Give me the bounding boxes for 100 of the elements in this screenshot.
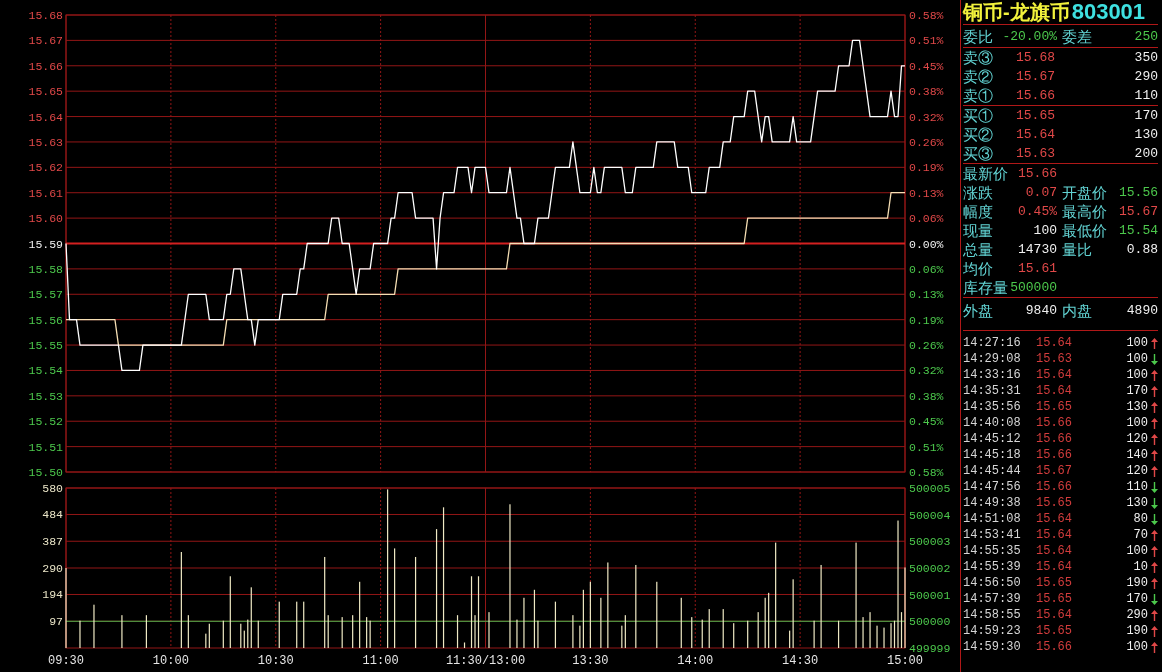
trade-price: 15.65 — [1036, 401, 1072, 413]
trade-volume: 140 — [1126, 449, 1148, 461]
price-axis-label: 15.52 — [28, 415, 63, 429]
time-axis-label: 14:30 — [782, 654, 819, 668]
price-axis-label: 15.64 — [28, 110, 63, 124]
volume-axis-label: 97 — [49, 615, 63, 629]
time-axis-label: 14:00 — [677, 654, 714, 668]
bid-volume: 170 — [1134, 109, 1158, 122]
trade-price: 15.65 — [1036, 577, 1072, 589]
quote-label: 委差 — [1062, 28, 1092, 44]
quote-value: 0.07 — [1025, 186, 1057, 199]
trade-volume: 70 — [1133, 529, 1148, 541]
trade-price: 15.63 — [1036, 353, 1072, 365]
trade-price: 15.66 — [1036, 641, 1072, 653]
percent-axis-label: 0.51% — [909, 440, 944, 454]
trade-price: 15.64 — [1036, 609, 1072, 621]
trade-price: 15.64 — [1036, 369, 1072, 381]
percent-axis-label: 0.00% — [909, 237, 944, 251]
bid-label: 买③ — [963, 146, 994, 161]
percent-axis-label: 0.58% — [909, 466, 944, 479]
trade-time: 14:59:23 — [963, 625, 1022, 637]
trade-time: 14:45:44 — [963, 465, 1022, 477]
volume-axis-label: 194 — [42, 588, 63, 602]
ask-volume: 350 — [1134, 51, 1158, 64]
quote-label: 均价 — [963, 261, 993, 276]
quote-value: 9840 — [1025, 303, 1057, 317]
trade-price: 15.65 — [1036, 593, 1072, 605]
time-axis-label: 10:00 — [152, 654, 189, 668]
quote-label: 量比 — [1062, 242, 1092, 257]
trade-time: 14:45:18 — [963, 449, 1022, 461]
trade-time: 14:49:38 — [963, 497, 1022, 509]
bid-price: 15.65 — [1016, 109, 1055, 122]
trade-price: 15.66 — [1036, 417, 1072, 429]
trade-price: 15.64 — [1036, 337, 1072, 349]
trade-time: 14:59:30 — [963, 641, 1022, 653]
ask-volume: 110 — [1134, 89, 1158, 102]
trade-volume: 190 — [1126, 625, 1148, 637]
price-axis-label: 15.54 — [28, 364, 63, 378]
price-axis-label: 15.56 — [28, 313, 63, 327]
trade-volume: 100 — [1126, 369, 1148, 381]
trade-time: 14:56:50 — [963, 577, 1022, 589]
percent-axis-label: 0.13% — [909, 288, 944, 302]
ask-volume: 290 — [1134, 70, 1158, 83]
trade-time: 14:35:31 — [963, 385, 1022, 397]
volume-axis-label: 290 — [42, 562, 63, 575]
percent-axis-label: 0.06% — [909, 262, 944, 276]
trade-time: 14:53:41 — [963, 529, 1022, 541]
trade-price: 15.64 — [1036, 513, 1072, 525]
trade-volume: 290 — [1126, 609, 1148, 621]
time-axis-label: 09:30 — [48, 654, 84, 668]
percent-axis-label: 0.38% — [909, 85, 944, 99]
time-axis-label: 11:30/13:00 — [445, 654, 526, 668]
ask-label: 卖③ — [963, 50, 994, 65]
percent-axis-label: 0.26% — [909, 135, 944, 149]
price-axis-label: 15.55 — [28, 339, 63, 353]
percent-axis-label: 0.19% — [909, 161, 944, 175]
inventory-axis-label: 500002 — [909, 562, 951, 575]
quote-label: 最新价 — [963, 166, 1008, 181]
quote-value: 15.66 — [1018, 167, 1057, 180]
ask-label: 卖① — [963, 88, 994, 103]
inventory-axis-label: 500003 — [909, 535, 951, 549]
quote-label: 最低价 — [1062, 223, 1107, 238]
bid-price: 15.64 — [1016, 128, 1055, 141]
quote-value: 0.88 — [1126, 243, 1158, 256]
inventory-axis-label: 500004 — [909, 508, 951, 522]
bid-volume: 200 — [1134, 147, 1158, 160]
trade-price: 15.65 — [1036, 625, 1072, 637]
instrument-code: 803001 — [1071, 1, 1146, 23]
trade-time: 14:33:16 — [963, 369, 1022, 381]
trade-time: 14:40:08 — [963, 417, 1022, 429]
trade-volume: 130 — [1126, 497, 1148, 509]
trade-time: 14:51:08 — [963, 513, 1022, 525]
price-axis-label: 15.50 — [28, 466, 63, 479]
quote-label: 外盘 — [963, 302, 993, 318]
quote-label: 涨跌 — [963, 185, 993, 200]
inventory-axis-label: 499999 — [909, 642, 951, 655]
trade-time: 14:45:12 — [963, 433, 1022, 445]
price-axis-label: 15.68 — [28, 9, 63, 22]
percent-axis-label: 0.45% — [909, 415, 944, 429]
quote-label: 幅度 — [963, 204, 993, 219]
trade-volume: 130 — [1126, 401, 1148, 413]
price-axis-label: 15.65 — [28, 85, 63, 99]
trade-price: 15.65 — [1036, 497, 1072, 509]
percent-axis-label: 0.26% — [909, 339, 944, 353]
trade-time: 14:47:56 — [963, 481, 1022, 493]
trade-volume: 100 — [1126, 417, 1148, 429]
price-axis-label: 15.62 — [28, 161, 63, 175]
bid-label: 买② — [963, 127, 994, 142]
price-axis-label: 15.60 — [28, 212, 63, 226]
trade-price: 15.64 — [1036, 529, 1072, 541]
trade-volume: 190 — [1126, 577, 1148, 589]
trade-time: 14:27:16 — [963, 337, 1022, 349]
trade-time: 14:35:56 — [963, 401, 1022, 413]
time-axis-label: 10:30 — [257, 654, 294, 668]
quote-value: 250 — [1134, 29, 1158, 43]
trade-time: 14:55:35 — [963, 545, 1022, 557]
trade-price: 15.66 — [1036, 449, 1072, 461]
quote-value: 500000 — [1010, 281, 1057, 294]
trade-volume: 110 — [1126, 481, 1148, 493]
trade-price: 15.66 — [1036, 481, 1072, 493]
